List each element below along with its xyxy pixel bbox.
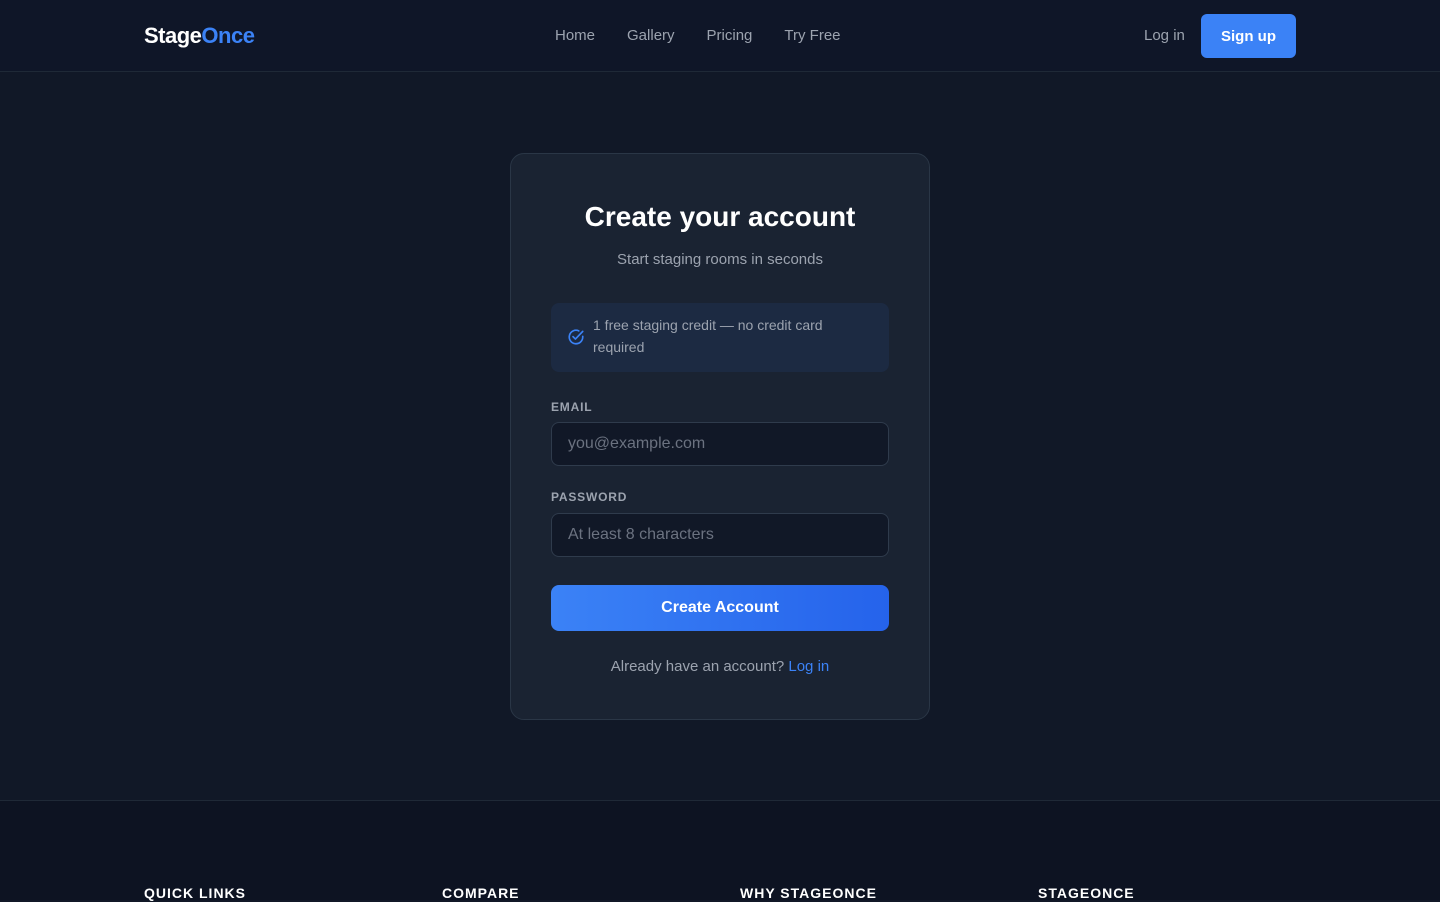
notice-text: 1 free staging credit — no credit card r…	[593, 317, 823, 355]
login-prompt: Already have an account? Log in	[511, 657, 929, 677]
footer-heading-why-stageonce: WHY STAGEONCE	[740, 885, 877, 901]
signup-button[interactable]: Sign up	[1201, 14, 1296, 58]
footer-heading-stageonce: STAGEONCE	[1038, 885, 1135, 901]
nav-home[interactable]: Home	[555, 26, 595, 46]
site-footer: QUICK LINKS COMPARE WHY STAGEONCE STAGEO…	[0, 800, 1440, 901]
email-field[interactable]	[551, 422, 889, 466]
email-label: EMAIL	[551, 400, 593, 414]
signup-card: Create your account Start staging rooms …	[510, 153, 930, 720]
password-label: PASSWORD	[551, 490, 628, 504]
logo-main: Stage	[144, 23, 202, 48]
free-credit-notice: 1 free staging credit — no credit card r…	[551, 303, 889, 372]
card-subtitle: Start staging rooms in seconds	[617, 251, 823, 268]
card-title: Create your account	[584, 201, 856, 232]
nav-pricing[interactable]: Pricing	[707, 26, 753, 46]
logo[interactable]: StageOnce	[144, 22, 255, 50]
footer-heading-compare: COMPARE	[442, 885, 520, 901]
logo-accent: Once	[201, 23, 255, 48]
site-header: StageOnce Home Gallery Pricing Try Free …	[0, 0, 1440, 72]
check-circle-icon	[568, 329, 584, 345]
already-text: Already have an account?	[610, 658, 785, 675]
card-login-link[interactable]: Log in	[788, 658, 829, 675]
header-login-link[interactable]: Log in	[1144, 26, 1185, 46]
create-account-button[interactable]: Create Account	[551, 585, 889, 631]
main-nav: Home Gallery Pricing Try Free	[555, 26, 841, 46]
footer-heading-quick-links: QUICK LINKS	[144, 885, 246, 901]
nav-gallery[interactable]: Gallery	[627, 26, 675, 46]
nav-try-free[interactable]: Try Free	[784, 26, 840, 46]
password-field[interactable]	[551, 513, 889, 557]
